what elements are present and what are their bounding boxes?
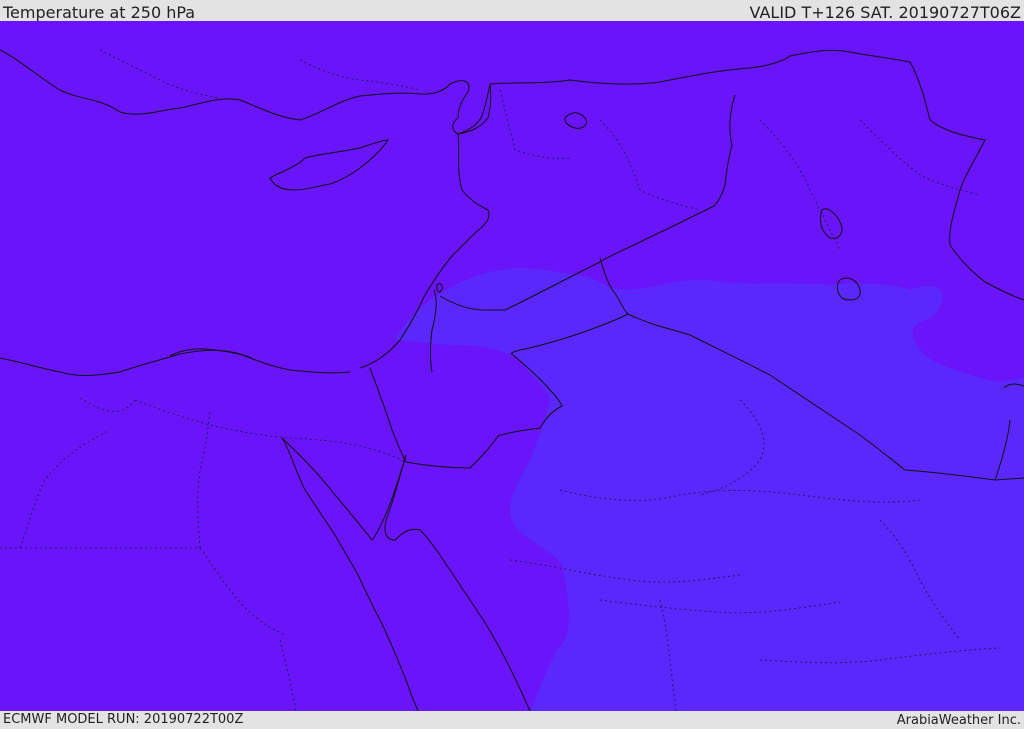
model-run-label: ECMWF MODEL RUN: 20190722T00Z xyxy=(3,712,244,727)
map-title: Temperature at 250 hPa xyxy=(3,3,196,22)
header-bar: Temperature at 250 hPa VALID T+126 SAT. … xyxy=(0,0,1024,22)
weather-map[interactable] xyxy=(0,21,1024,711)
credit-label: ArabiaWeather Inc. xyxy=(896,713,1021,728)
valid-time-label: VALID T+126 SAT. 20190727T06Z xyxy=(749,3,1021,22)
map-canvas xyxy=(0,21,1024,711)
footer-bar: ECMWF MODEL RUN: 20190722T00Z ArabiaWeat… xyxy=(0,711,1024,729)
